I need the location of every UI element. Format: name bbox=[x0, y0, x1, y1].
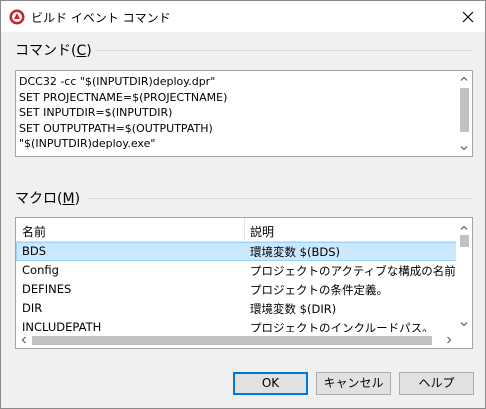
macro-list-rows: BDS 環境変数 $(BDS) Config プロジェクトのアクティブな構成の名… bbox=[16, 242, 457, 337]
macro-description: プロジェクトのアクティブな構成の名前 bbox=[250, 264, 456, 278]
scroll-down-icon[interactable] bbox=[459, 319, 469, 329]
command-mnemonic: C bbox=[76, 43, 87, 59]
ok-button[interactable]: OK bbox=[233, 372, 308, 395]
column-separator[interactable] bbox=[244, 218, 245, 242]
macro-description: 環境変数 $(BDS) bbox=[250, 245, 340, 259]
command-group-label: コマンド(C) bbox=[15, 40, 92, 60]
title-bar: ビルド イベント コマンド bbox=[1, 1, 485, 32]
macro-name: DEFINES bbox=[22, 282, 72, 296]
table-row[interactable]: DIR 環境変数 $(DIR) bbox=[16, 299, 457, 318]
command-label-text: コマンド( bbox=[15, 43, 77, 59]
cancel-button[interactable]: キャンセル bbox=[316, 372, 391, 395]
macro-label-text: マクロ( bbox=[15, 191, 63, 207]
macro-scroll-thumb[interactable] bbox=[460, 235, 469, 247]
window-title: ビルド イベント コマンド bbox=[31, 11, 171, 25]
macro-vertical-scrollbar[interactable] bbox=[456, 218, 472, 332]
scrollbar-corner bbox=[456, 332, 472, 348]
command-textarea[interactable]: DCC32 -cc "$(INPUTDIR)deploy.dpr" SET PR… bbox=[15, 70, 473, 157]
command-text[interactable]: DCC32 -cc "$(INPUTDIR)deploy.dpr" SET PR… bbox=[19, 74, 455, 152]
macro-mnemonic: M bbox=[62, 191, 75, 207]
macro-description: プロジェクトの条件定義。 bbox=[250, 283, 388, 297]
macro-label-end: ) bbox=[74, 191, 81, 207]
help-button[interactable]: ヘルプ bbox=[399, 372, 474, 395]
macro-list-header: 名前 説明 bbox=[16, 218, 457, 242]
macro-name: DIR bbox=[22, 301, 43, 315]
column-header-description[interactable]: 説明 bbox=[250, 223, 274, 240]
table-row[interactable]: Config プロジェクトのアクティブな構成の名前 bbox=[16, 261, 457, 280]
scroll-up-icon[interactable] bbox=[459, 223, 469, 233]
macro-description: 環境変数 $(DIR) bbox=[250, 302, 337, 316]
close-icon[interactable] bbox=[457, 6, 479, 28]
macro-group-label: マクロ(M) bbox=[15, 188, 80, 208]
command-label-end: ) bbox=[86, 43, 92, 59]
scroll-down-icon[interactable] bbox=[459, 143, 469, 153]
app-logo-icon bbox=[9, 9, 25, 25]
scroll-up-icon[interactable] bbox=[459, 74, 469, 84]
macro-name: Config bbox=[22, 263, 59, 277]
table-row[interactable]: BDS 環境変数 $(BDS) bbox=[16, 242, 457, 261]
command-scroll-thumb[interactable] bbox=[460, 88, 469, 132]
scroll-right-icon[interactable] bbox=[444, 335, 454, 345]
build-events-dialog: ビルド イベント コマンド コマンド(C) DCC32 -cc "$(INPUT… bbox=[0, 0, 486, 409]
column-header-name[interactable]: 名前 bbox=[22, 223, 46, 240]
command-group-divider bbox=[96, 50, 473, 51]
command-vertical-scrollbar[interactable] bbox=[456, 71, 472, 156]
macro-hscroll-thumb[interactable] bbox=[32, 336, 432, 345]
scroll-left-icon[interactable] bbox=[19, 335, 29, 345]
macro-group-divider bbox=[87, 198, 473, 199]
macro-list[interactable]: 名前 説明 BDS 環境変数 $(BDS) Config プロジェクトのアクティ… bbox=[15, 217, 473, 349]
button-bar: OK キャンセル ヘルプ bbox=[1, 361, 485, 408]
table-row[interactable]: DEFINES プロジェクトの条件定義。 bbox=[16, 280, 457, 299]
macro-horizontal-scrollbar[interactable] bbox=[16, 332, 457, 348]
macro-name: BDS bbox=[22, 244, 47, 258]
